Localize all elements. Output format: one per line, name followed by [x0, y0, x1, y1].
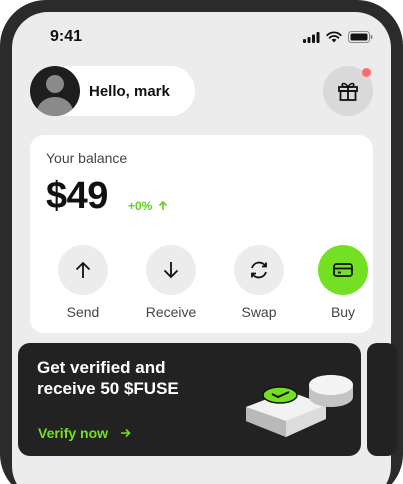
quick-actions: Send Receive Swap Buy: [30, 245, 373, 325]
promo-title: Get verified and receive 50 $FUSE: [37, 358, 179, 398]
swap-icon: [251, 261, 267, 279]
gift-icon: [338, 82, 358, 101]
verify-now-link[interactable]: Verify now: [38, 425, 131, 441]
status-icons: [303, 31, 373, 43]
buy-button[interactable]: Buy: [303, 245, 383, 320]
balance-label: Your balance: [46, 150, 128, 166]
buy-label: Buy: [330, 304, 356, 320]
arrow-right-icon: [121, 428, 131, 438]
signal-icon: [303, 31, 320, 43]
verify-promo-card[interactable]: Get verified and receive 50 $FUSE Verify…: [18, 343, 361, 456]
arrow-down-icon: [163, 262, 179, 279]
profile-pill[interactable]: Hello, mark: [30, 66, 195, 116]
swap-button[interactable]: Swap: [219, 245, 299, 320]
send-button[interactable]: Send: [43, 245, 123, 320]
notification-dot: [362, 68, 371, 77]
verify-now-label: Verify now: [38, 425, 109, 441]
wifi-icon: [326, 31, 342, 43]
battery-icon: [348, 31, 373, 43]
greeting-text: Hello, mark: [89, 82, 170, 100]
balance-amount: $49: [46, 175, 108, 217]
receive-button[interactable]: Receive: [131, 245, 211, 320]
verified-badge-illustration: [246, 375, 353, 437]
arrow-up-icon: [75, 261, 91, 278]
next-promo-card[interactable]: [367, 343, 397, 456]
balance-card: Your balance $49 +0% Send Receive Swap B…: [30, 135, 373, 333]
send-label: Send: [66, 304, 100, 320]
balance-change-value: +0%: [128, 199, 153, 213]
balance-change: +0%: [128, 199, 168, 213]
swap-label: Swap: [241, 304, 277, 320]
gift-button[interactable]: [323, 66, 373, 116]
status-time: 9:41: [50, 28, 83, 45]
avatar[interactable]: [30, 66, 80, 116]
receive-label: Receive: [145, 304, 197, 320]
card-icon: [333, 263, 353, 277]
trend-up-icon: [158, 200, 167, 210]
